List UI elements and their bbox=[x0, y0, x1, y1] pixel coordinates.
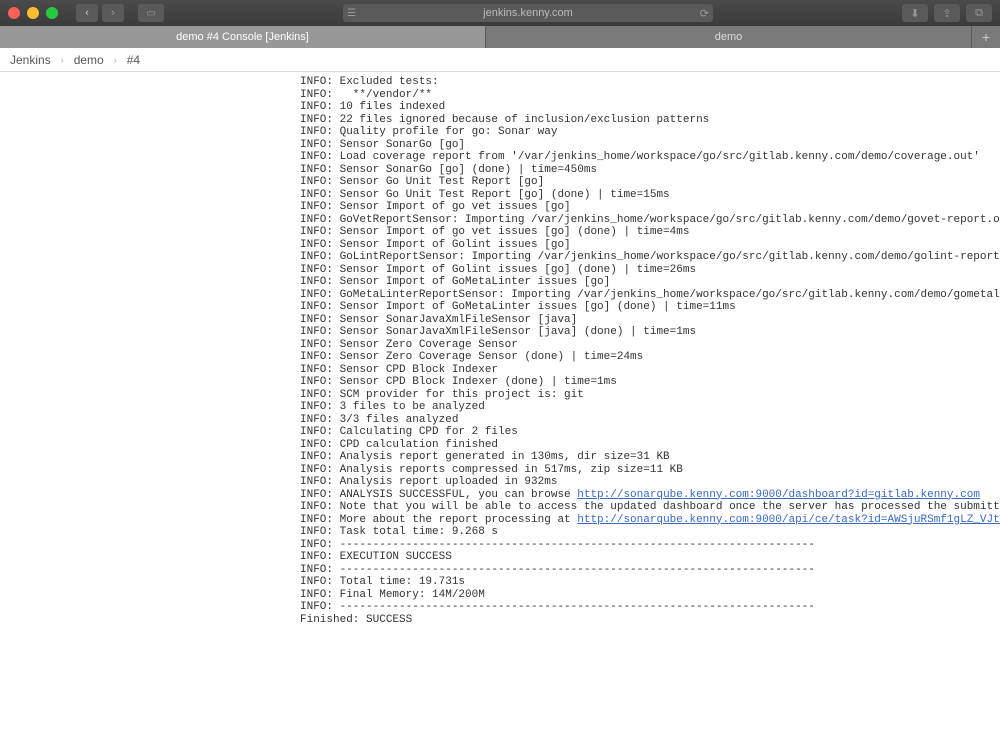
maximize-window-button[interactable] bbox=[46, 7, 58, 19]
breadcrumb-item-jenkins[interactable]: Jenkins bbox=[10, 53, 51, 67]
download-icon: ⬇ bbox=[910, 7, 919, 20]
window-controls bbox=[8, 7, 58, 19]
minimize-window-button[interactable] bbox=[27, 7, 39, 19]
tab-label: demo bbox=[715, 31, 743, 43]
browser-tab-bar: demo #4 Console [Jenkins] demo + bbox=[0, 26, 1000, 48]
chevron-right-icon: › bbox=[114, 55, 117, 65]
chevron-left-icon: ‹ bbox=[85, 7, 89, 19]
sidebar-icon: ▭ bbox=[146, 8, 155, 19]
reader-icon[interactable]: ☰ bbox=[347, 8, 356, 19]
close-window-button[interactable] bbox=[8, 7, 20, 19]
back-button[interactable]: ‹ bbox=[76, 4, 98, 22]
tabs-icon: ⧉ bbox=[975, 7, 983, 20]
console-output-scroll[interactable]: INFO: Excluded tests: INFO: **/vendor/**… bbox=[0, 72, 1000, 732]
tabs-button[interactable]: ⧉ bbox=[966, 4, 992, 22]
url-text: jenkins.kenny.com bbox=[483, 7, 573, 19]
toolbar-right: ⬇ ⇪ ⧉ bbox=[902, 4, 992, 22]
browser-titlebar: ‹ › ▭ ☰ jenkins.kenny.com ⟳ ⬇ ⇪ ⧉ bbox=[0, 0, 1000, 26]
browser-tab-0[interactable]: demo #4 Console [Jenkins] bbox=[0, 26, 486, 48]
reload-icon[interactable]: ⟳ bbox=[700, 7, 709, 20]
share-button[interactable]: ⇪ bbox=[934, 4, 960, 22]
breadcrumb: Jenkins › demo › #4 bbox=[0, 48, 1000, 72]
tab-label: demo #4 Console [Jenkins] bbox=[176, 31, 309, 43]
downloads-button[interactable]: ⬇ bbox=[902, 4, 928, 22]
share-icon: ⇪ bbox=[942, 7, 951, 20]
url-bar-wrap: ☰ jenkins.kenny.com ⟳ bbox=[172, 4, 884, 22]
new-tab-button[interactable]: + bbox=[972, 26, 1000, 48]
url-bar[interactable]: ☰ jenkins.kenny.com ⟳ bbox=[343, 4, 713, 22]
sidebar-toggle-button[interactable]: ▭ bbox=[138, 4, 164, 22]
console-output: INFO: Excluded tests: INFO: **/vendor/**… bbox=[0, 72, 1000, 646]
breadcrumb-item-build[interactable]: #4 bbox=[127, 53, 140, 67]
plus-icon: + bbox=[982, 29, 990, 45]
forward-button[interactable]: › bbox=[102, 4, 124, 22]
nav-controls: ‹ › bbox=[76, 4, 124, 22]
browser-tab-1[interactable]: demo bbox=[486, 26, 972, 48]
breadcrumb-item-demo[interactable]: demo bbox=[74, 53, 104, 67]
chevron-right-icon: › bbox=[61, 55, 64, 65]
chevron-right-icon: › bbox=[111, 7, 115, 19]
